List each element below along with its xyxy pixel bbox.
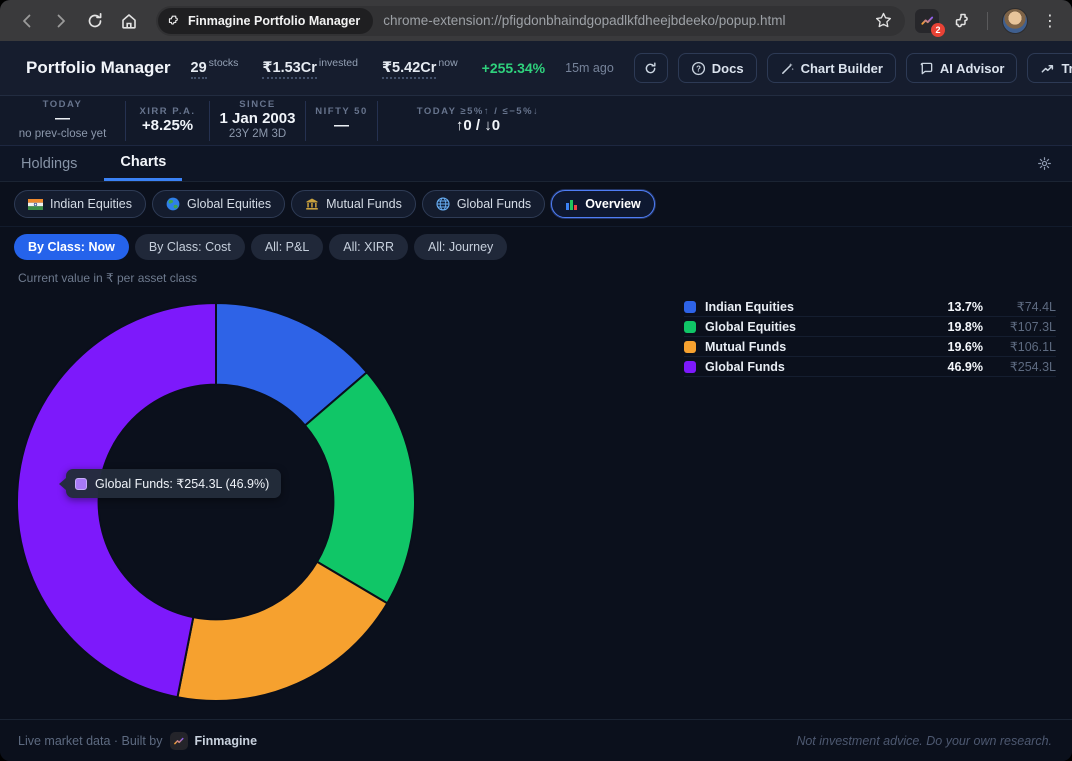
legend-row-global-funds[interactable]: Global Funds 46.9% ₹254.3L bbox=[684, 357, 1056, 377]
stat-col-nifty: NIFTY 50 — bbox=[306, 101, 378, 141]
chip-all-pnl[interactable]: All: P&L bbox=[251, 234, 323, 260]
help-circle-icon: ? bbox=[691, 61, 706, 76]
extension-badge: 2 bbox=[931, 23, 945, 37]
last-updated: 15m ago bbox=[565, 61, 614, 75]
browser-menu-icon[interactable]: ⋮ bbox=[1042, 11, 1058, 31]
docs-button[interactable]: ? Docs bbox=[678, 53, 757, 83]
home-icon bbox=[120, 12, 138, 30]
bar-chart-icon bbox=[565, 198, 578, 211]
legend-row-indian-equities[interactable]: Indian Equities 13.7% ₹74.4L bbox=[684, 297, 1056, 317]
legend-swatch bbox=[684, 301, 696, 313]
trader-button[interactable]: Trader bbox=[1027, 53, 1072, 83]
finmagine-logo-icon bbox=[170, 732, 188, 750]
footer-brand[interactable]: Finmagine bbox=[195, 734, 258, 748]
chat-bubble-icon bbox=[919, 61, 934, 76]
home-button[interactable] bbox=[112, 6, 146, 36]
chart-tooltip: Global Funds: ₹254.3L (46.9%) bbox=[66, 469, 281, 498]
footer-left-text: Live market data · Built by bbox=[18, 734, 163, 748]
bookmark-star-icon[interactable] bbox=[874, 11, 893, 30]
app-footer: Live market data · Built by Finmagine No… bbox=[0, 719, 1072, 761]
tab-holdings[interactable]: Holdings bbox=[21, 146, 77, 181]
chart-area: Current value in ₹ per asset class Globa… bbox=[0, 267, 1072, 719]
stat-col-today-movers: TODAY ≥5%↑ / ≤−5%↓ ↑0 / ↓0 bbox=[378, 101, 578, 141]
settings-gear-icon[interactable] bbox=[1037, 146, 1052, 181]
chip-indian-equities[interactable]: Indian Equities bbox=[14, 190, 146, 218]
reload-icon bbox=[86, 12, 104, 30]
profile-avatar[interactable] bbox=[1002, 8, 1028, 34]
finmagine-extension-icon[interactable]: 2 bbox=[915, 9, 939, 33]
reload-button[interactable] bbox=[78, 6, 112, 36]
globe-meridians-icon bbox=[436, 197, 450, 211]
ai-advisor-button[interactable]: AI Advisor bbox=[906, 53, 1018, 83]
trending-up-icon bbox=[1040, 61, 1055, 76]
forward-button[interactable] bbox=[44, 6, 78, 36]
total-return-percent: +255.34% bbox=[482, 60, 545, 76]
extension-chip[interactable]: Finmagine Portfolio Manager bbox=[158, 8, 373, 34]
chip-by-class-now[interactable]: By Class: Now bbox=[14, 234, 129, 260]
footer-disclaimer: Not investment advice. Do your own resea… bbox=[796, 734, 1052, 748]
refresh-button[interactable] bbox=[634, 53, 668, 83]
address-bar[interactable]: Finmagine Portfolio Manager chrome-exten… bbox=[156, 6, 905, 36]
view-chips: By Class: Now By Class: Cost All: P&L Al… bbox=[0, 227, 1072, 267]
toolbar-separator bbox=[987, 12, 988, 30]
legend-swatch bbox=[684, 361, 696, 373]
tab-charts[interactable]: Charts bbox=[104, 146, 182, 181]
app-header: Portfolio Manager 29stocks ₹1.53Crinvest… bbox=[0, 41, 1072, 96]
asset-class-chips: Indian Equities Global Equities Mutual F… bbox=[0, 182, 1072, 227]
donut-chart[interactable] bbox=[6, 292, 426, 712]
magic-wand-icon bbox=[780, 61, 795, 76]
legend-swatch bbox=[684, 321, 696, 333]
chip-all-xirr[interactable]: All: XIRR bbox=[329, 234, 408, 260]
tabs-row: Holdings Charts bbox=[0, 146, 1072, 182]
refresh-icon bbox=[643, 61, 658, 76]
india-flag-icon bbox=[28, 199, 43, 210]
chart-builder-button[interactable]: Chart Builder bbox=[767, 53, 896, 83]
back-button[interactable] bbox=[10, 6, 44, 36]
extension-chip-label: Finmagine Portfolio Manager bbox=[188, 14, 360, 28]
donut-segment-global-funds[interactable] bbox=[17, 303, 216, 697]
chip-global-funds[interactable]: Global Funds bbox=[422, 190, 545, 218]
browser-window: Finmagine Portfolio Manager chrome-exten… bbox=[0, 0, 1072, 761]
bank-icon bbox=[305, 197, 319, 211]
legend-swatch bbox=[684, 341, 696, 353]
chip-mutual-funds[interactable]: Mutual Funds bbox=[291, 190, 416, 218]
legend-row-mutual-funds[interactable]: Mutual Funds 19.6% ₹106.1L bbox=[684, 337, 1056, 357]
tooltip-swatch bbox=[75, 478, 87, 490]
stat-col-xirr: XIRR P.A. +8.25% bbox=[126, 101, 210, 141]
browser-toolbar: Finmagine Portfolio Manager chrome-exten… bbox=[0, 0, 1072, 41]
page-title: Portfolio Manager bbox=[26, 58, 171, 78]
stat-stocks: 29stocks bbox=[191, 60, 239, 76]
stat-col-since: SINCE 1 Jan 2003 23Y 2M 3D bbox=[210, 101, 306, 141]
legend-row-global-equities[interactable]: Global Equities 19.8% ₹107.3L bbox=[684, 317, 1056, 337]
extensions-puzzle-icon[interactable] bbox=[953, 11, 973, 31]
chip-by-class-cost[interactable]: By Class: Cost bbox=[135, 234, 245, 260]
back-arrow-icon bbox=[18, 12, 36, 30]
globe-icon bbox=[166, 197, 180, 211]
chip-global-equities[interactable]: Global Equities bbox=[152, 190, 285, 218]
toolbar-right: 2 ⋮ bbox=[915, 8, 1062, 34]
stat-now: ₹5.42Crnow bbox=[382, 60, 458, 76]
url-text[interactable]: chrome-extension://pfigdonbhaindgopadlkf… bbox=[383, 13, 874, 28]
chart-legend: Indian Equities 13.7% ₹74.4L Global Equi… bbox=[684, 297, 1056, 377]
stat-col-today: TODAY — no prev-close yet bbox=[0, 101, 126, 141]
svg-text:?: ? bbox=[696, 64, 701, 73]
tooltip-text: Global Funds: ₹254.3L (46.9%) bbox=[95, 476, 269, 491]
chart-caption: Current value in ₹ per asset class bbox=[18, 271, 197, 285]
extension-puzzle-icon bbox=[167, 14, 181, 28]
forward-arrow-icon bbox=[52, 12, 70, 30]
stat-invested: ₹1.53Crinvested bbox=[262, 60, 358, 76]
chip-all-journey[interactable]: All: Journey bbox=[414, 234, 507, 260]
stats-bar: TODAY — no prev-close yet XIRR P.A. +8.2… bbox=[0, 96, 1072, 146]
chip-overview[interactable]: Overview bbox=[551, 190, 655, 218]
